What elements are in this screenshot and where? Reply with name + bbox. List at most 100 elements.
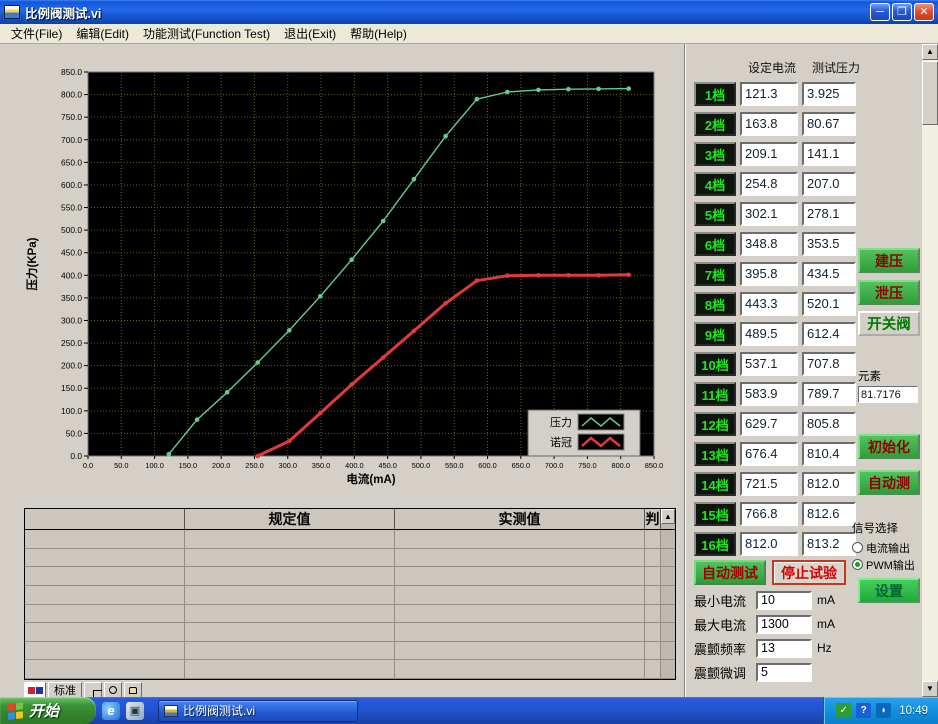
desktop-screen: 比例阀测试.vi ─ ❐ ✕ 文件(File)编辑(Edit)功能测试(Func… <box>0 0 938 724</box>
gear-row: 16档 812.0 813.2 <box>694 532 856 556</box>
menu-item[interactable]: 帮助(Help) <box>343 23 414 44</box>
scale-format-dropdown[interactable]: 标准 <box>48 682 82 698</box>
table-header-cell <box>25 509 185 529</box>
table-header-cell: 规定值 <box>185 509 395 529</box>
gear-button[interactable]: 11档 <box>694 382 736 406</box>
table-row <box>25 586 675 605</box>
parameter-input[interactable] <box>756 591 812 610</box>
tray-status-icon[interactable]: ✓ <box>836 703 851 718</box>
minimize-button-icon[interactable]: ─ <box>870 3 890 21</box>
gear-button[interactable]: 10档 <box>694 352 736 376</box>
gear-button[interactable]: 14档 <box>694 472 736 496</box>
table-scrollbar[interactable]: ▲ <box>661 509 675 529</box>
test-pressure-display: 353.5 <box>802 232 856 256</box>
signal-radio-option[interactable]: 电流输出 <box>852 539 922 556</box>
table-cell <box>645 549 661 567</box>
gear-button[interactable]: 1档 <box>694 82 736 106</box>
stop-test-button[interactable]: 停止试验 <box>772 560 846 585</box>
table-cell <box>395 642 645 660</box>
svg-text:800.0: 800.0 <box>61 90 82 100</box>
vi-task-icon <box>164 705 178 717</box>
auto-test-button[interactable]: 自动测试 <box>694 560 766 585</box>
set-current-display: 121.3 <box>740 82 798 106</box>
svg-text:500.0: 500.0 <box>412 461 431 470</box>
tray-network-icon[interactable]: ◗ <box>876 703 891 718</box>
gear-button[interactable]: 7档 <box>694 262 736 286</box>
gear-button[interactable]: 8档 <box>694 292 736 316</box>
radio-icon[interactable] <box>852 542 863 553</box>
menu-item[interactable]: 编辑(Edit) <box>69 23 136 44</box>
release-pressure-button[interactable]: 泄压 <box>858 280 920 305</box>
svg-text:450.0: 450.0 <box>61 248 82 258</box>
gear-button[interactable]: 12档 <box>694 412 736 436</box>
parameter-unit: mA <box>817 617 835 631</box>
start-label: 开始 <box>29 700 59 721</box>
ie-quicklaunch-icon[interactable]: e <box>102 702 120 720</box>
graph-legend-icon[interactable] <box>24 682 46 698</box>
svg-text:350.0: 350.0 <box>312 461 331 470</box>
gear-button[interactable]: 5档 <box>694 202 736 226</box>
scrollbar-thumb[interactable] <box>922 61 938 125</box>
svg-text:200.0: 200.0 <box>61 361 82 371</box>
gear-row: 10档 537.1 707.8 <box>694 352 856 376</box>
gear-button[interactable]: 6档 <box>694 232 736 256</box>
desktop-quicklaunch-icon[interactable]: ▣ <box>126 702 144 720</box>
gear-button[interactable]: 4档 <box>694 172 736 196</box>
parameter-input[interactable] <box>756 615 812 634</box>
zoom-tool-icon[interactable] <box>104 682 122 698</box>
scroll-up-icon[interactable]: ▲ <box>922 44 938 60</box>
table-cell <box>185 549 395 567</box>
parameter-row: 最大电流 mA <box>694 614 835 634</box>
set-current-display: 395.8 <box>740 262 798 286</box>
table-header-row: 规定值实测值判 ▲ <box>25 509 675 530</box>
parameter-input[interactable] <box>756 663 812 682</box>
auto-measure-button[interactable]: 自动测 <box>858 470 920 495</box>
gear-button[interactable]: 16档 <box>694 532 736 556</box>
build-pressure-button[interactable]: 建压 <box>858 248 920 273</box>
set-current-display: 209.1 <box>740 142 798 166</box>
test-pressure-display: 810.4 <box>802 442 856 466</box>
signal-options: 电流输出 PWM输出 <box>852 539 922 573</box>
radio-icon[interactable] <box>852 559 863 570</box>
gear-row: 12档 629.7 805.8 <box>694 412 856 436</box>
parameter-input[interactable] <box>756 639 812 658</box>
task-label: 比例阀测试.vi <box>183 702 255 719</box>
crosshair-tool-icon[interactable] <box>84 682 102 698</box>
gear-button[interactable]: 2档 <box>694 112 736 136</box>
menu-item[interactable]: 退出(Exit) <box>277 23 343 44</box>
svg-text:350.0: 350.0 <box>61 293 82 303</box>
valve-switch-button[interactable]: 开关阀 <box>858 311 920 336</box>
gear-button[interactable]: 13档 <box>694 442 736 466</box>
test-pressure-display: 3.925 <box>802 82 856 106</box>
pan-tool-icon[interactable] <box>124 682 142 698</box>
start-button[interactable]: 开始 <box>0 697 96 724</box>
gear-button[interactable]: 9档 <box>694 322 736 346</box>
menu-item[interactable]: 功能测试(Function Test) <box>136 23 277 44</box>
restore-button-icon[interactable]: ❐ <box>892 3 912 21</box>
svg-text:电流(mA): 电流(mA) <box>346 472 395 486</box>
test-pressure-display: 80.67 <box>802 112 856 136</box>
svg-text:150.0: 150.0 <box>61 383 82 393</box>
initialize-button[interactable]: 初始化 <box>858 434 920 459</box>
windows-logo-icon <box>8 702 24 720</box>
table-cell <box>25 660 185 678</box>
test-pressure-header: 测试压力 <box>812 59 860 76</box>
close-button-icon[interactable]: ✕ <box>914 3 934 21</box>
svg-text:50.0: 50.0 <box>114 461 128 470</box>
taskbar-task-button[interactable]: 比例阀测试.vi <box>158 700 358 722</box>
results-table: 规定值实测值判 ▲ <box>24 508 676 680</box>
settings-button[interactable]: 设置 <box>858 578 920 603</box>
vertical-scrollbar[interactable]: ▲ ▼ <box>922 44 938 697</box>
gear-button[interactable]: 3档 <box>694 142 736 166</box>
tray-help-icon[interactable]: ? <box>856 703 871 718</box>
menu-item[interactable]: 文件(File) <box>4 23 69 44</box>
signal-radio-option[interactable]: PWM输出 <box>852 556 922 573</box>
gear-row: 15档 766.8 812.6 <box>694 502 856 526</box>
gear-button[interactable]: 15档 <box>694 502 736 526</box>
table-body <box>25 530 675 679</box>
table-scroll-up-icon[interactable]: ▲ <box>661 509 675 524</box>
svg-text:550.0: 550.0 <box>61 203 82 213</box>
table-cell <box>25 530 185 548</box>
scroll-down-icon[interactable]: ▼ <box>922 681 938 697</box>
svg-text:压力: 压力 <box>550 416 572 429</box>
